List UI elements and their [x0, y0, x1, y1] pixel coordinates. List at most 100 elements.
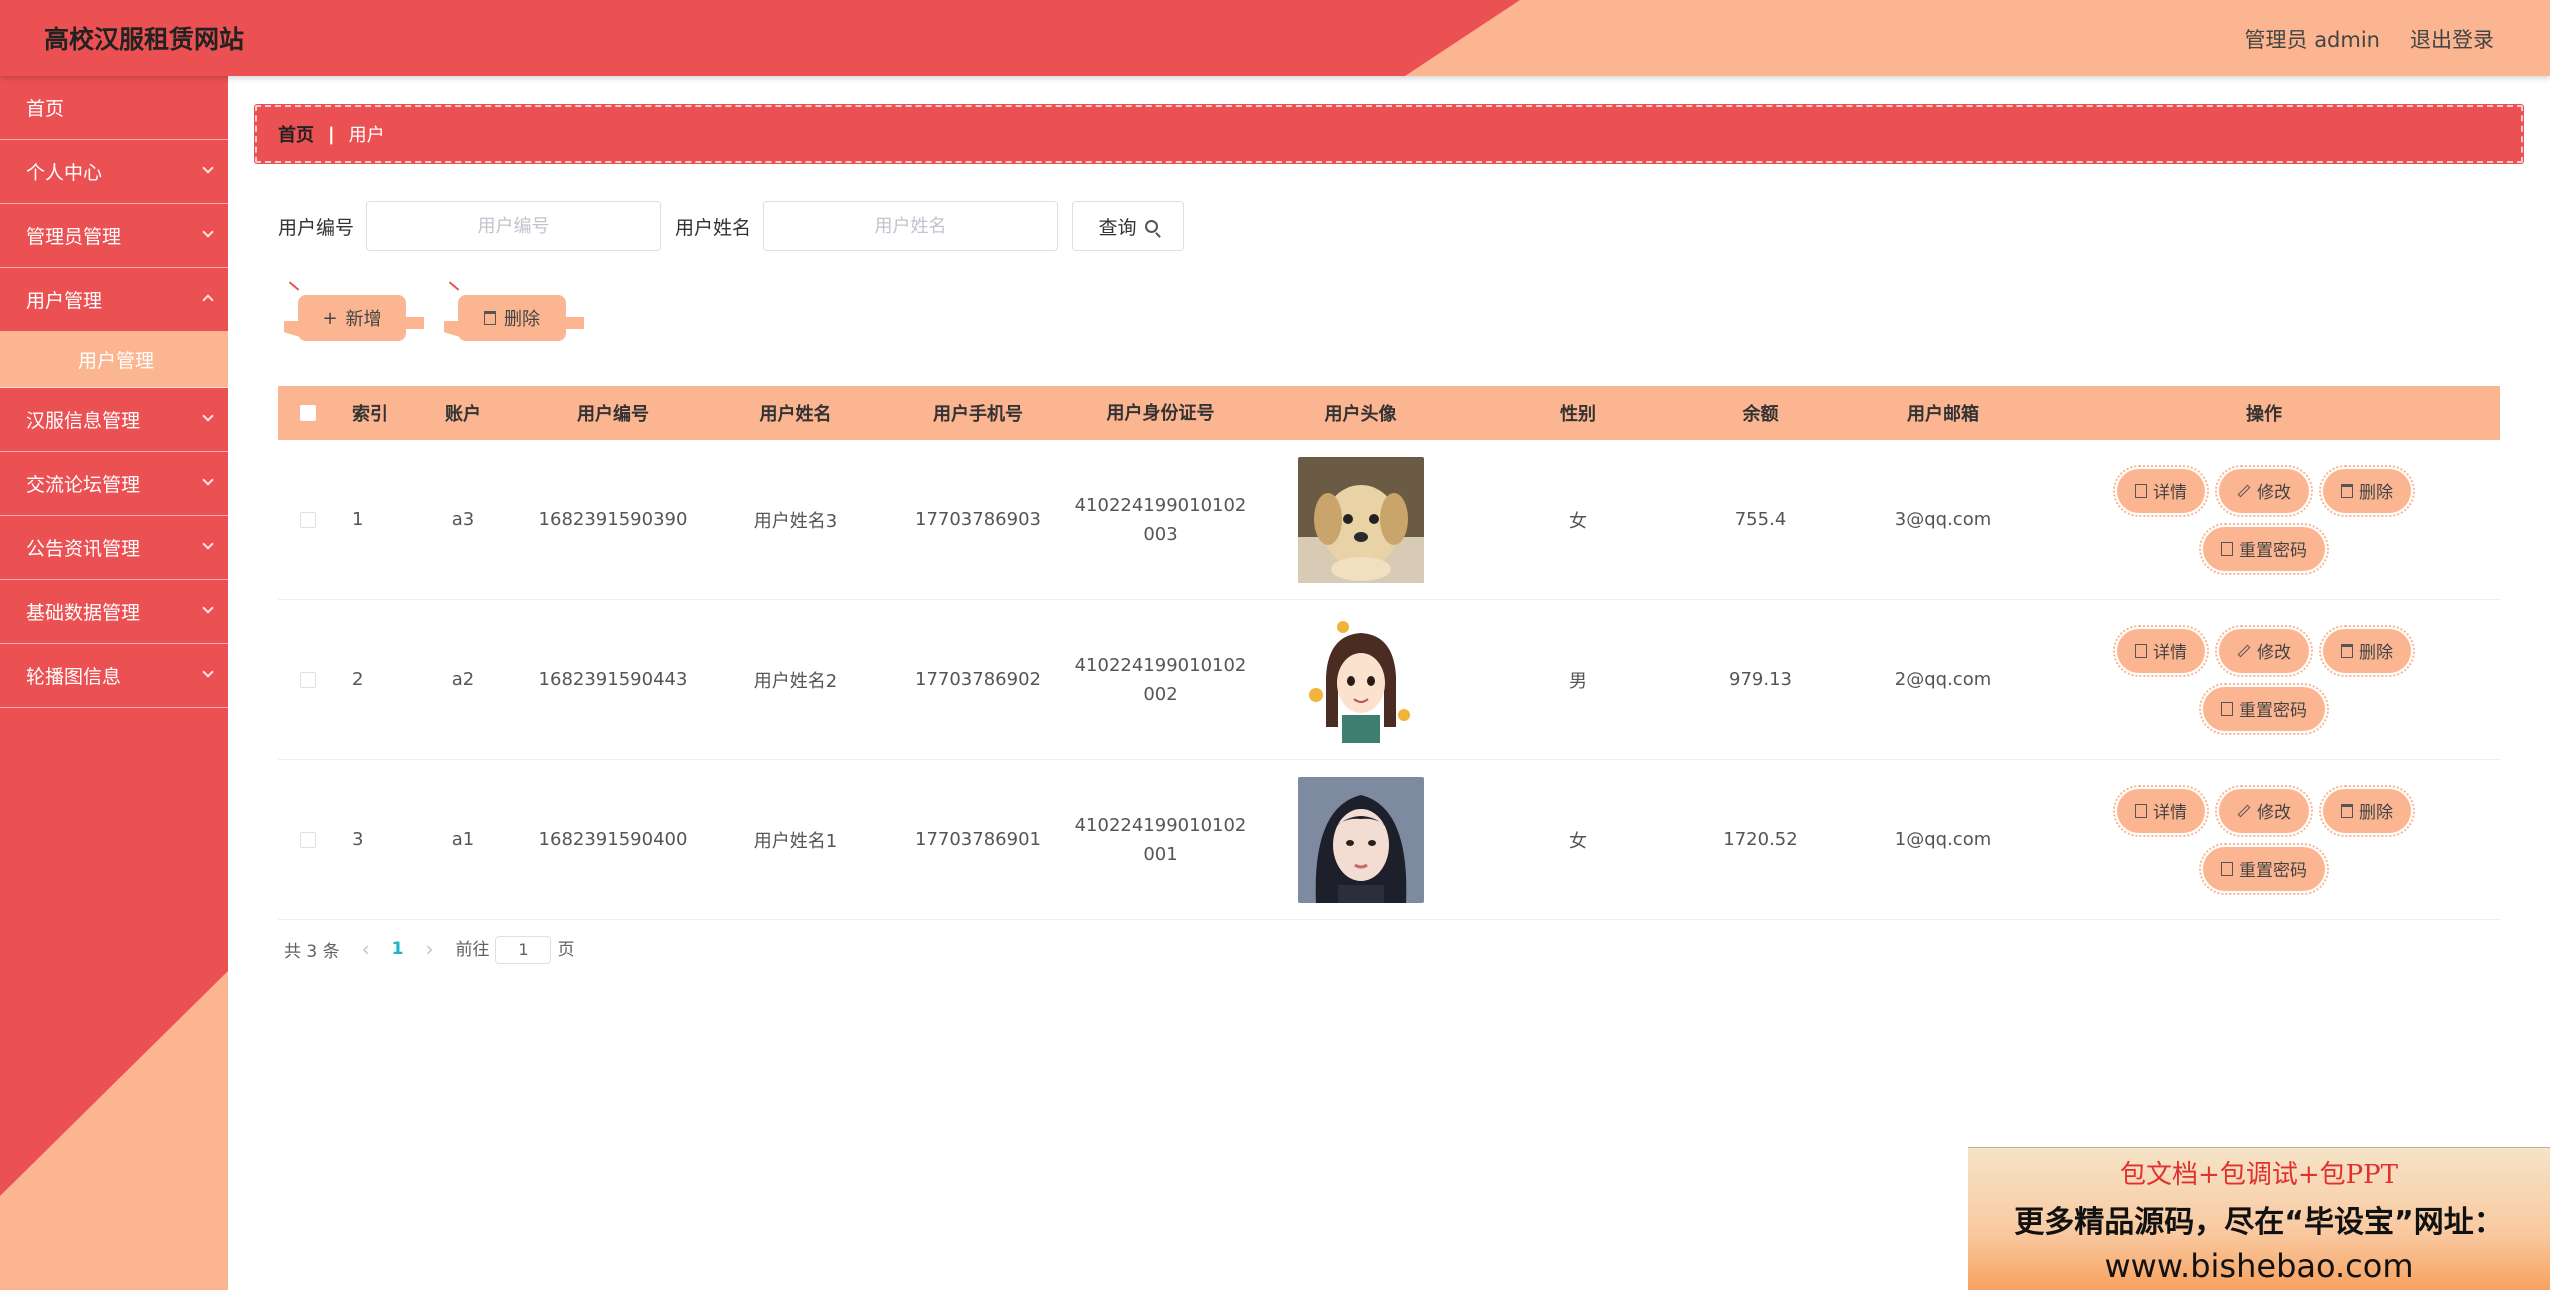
sidebar-item-announcements[interactable]: 公告资讯管理: [0, 516, 228, 580]
detail-label: 详情: [2153, 803, 2187, 823]
id-line-1: 410224199010102: [1074, 494, 1247, 516]
pagination-total: 共 3 条: [284, 941, 340, 962]
cell-id-number: 410224199010102 003: [1073, 491, 1248, 549]
id-line-2: 002: [1143, 683, 1178, 705]
delete-button[interactable]: 删除: [2319, 784, 2415, 837]
detail-button[interactable]: 详情: [2113, 464, 2209, 517]
sidebar-item-user-management[interactable]: 用户管理: [0, 268, 228, 332]
admin-label: 管理员 admin: [2244, 28, 2380, 52]
cell-sex: 女: [1569, 830, 1587, 852]
goto-label: 前往: [455, 940, 490, 960]
avatar-girl-photo[interactable]: [1297, 776, 1424, 903]
document-icon: [2135, 643, 2147, 658]
query-button[interactable]: 查询: [1072, 201, 1185, 251]
reset-password-button[interactable]: 重置密码: [2199, 842, 2329, 895]
edit-button[interactable]: 修改: [2215, 464, 2313, 517]
edit-button[interactable]: 修改: [2215, 624, 2313, 677]
add-button[interactable]: + 新增: [288, 281, 424, 341]
cell-user-name: 用户姓名2: [753, 670, 838, 692]
sidebar: 首页 个人中心 管理员管理 用户管理 用户管理 汉服信息管理 交流论坛管理 公告…: [0, 76, 228, 1290]
column-header: 操作: [2246, 404, 2282, 425]
query-label: 查询: [1098, 216, 1137, 239]
row-checkbox[interactable]: [300, 511, 316, 528]
cell-operations: 详情 修改 删除 重置密码: [2048, 464, 2480, 575]
delete-label: 删除: [2359, 643, 2393, 663]
trash-icon: [2341, 483, 2353, 498]
delete-button[interactable]: 删除: [2319, 464, 2415, 517]
sidebar-subitem-user-management[interactable]: 用户管理: [0, 332, 228, 388]
prev-page-button[interactable]: ‹: [362, 937, 370, 961]
row-checkbox[interactable]: [300, 831, 316, 848]
sidebar-item-base-data[interactable]: 基础数据管理: [0, 580, 228, 644]
cell-balance: 1720.52: [1723, 829, 1798, 850]
edit-label: 修改: [2257, 803, 2291, 823]
chevron-down-icon: [202, 410, 214, 422]
avatar-cartoon-girl[interactable]: [1297, 616, 1424, 743]
cell-phone: 17703786901: [915, 829, 1041, 850]
sidebar-item-hanfu-info[interactable]: 汉服信息管理: [0, 388, 228, 452]
cell-avatar: [1248, 616, 1473, 743]
promo-line-1: 包文档+包调试+包PPT: [2120, 1160, 2398, 1190]
edit-label: 修改: [2257, 643, 2291, 663]
cell-operations: 详情 修改 删除 重置密码: [2048, 784, 2480, 895]
chevron-down-icon: [202, 666, 214, 678]
column-header: 用户邮箱: [1907, 404, 1979, 425]
column-header: 余额: [1742, 404, 1779, 425]
goto-page-input[interactable]: [495, 935, 552, 964]
chevron-up-icon: [202, 294, 214, 306]
sidebar-item-label: 用户管理: [26, 290, 103, 312]
chevron-down-icon: [202, 162, 214, 174]
cell-email: 3@qq.com: [1894, 509, 1992, 530]
reset-password-label: 重置密码: [2239, 701, 2307, 721]
reset-password-button[interactable]: 重置密码: [2199, 682, 2329, 735]
sidebar-item-forum[interactable]: 交流论坛管理: [0, 452, 228, 516]
user-table: 索引 账户 用户编号 用户姓名 用户手机号 用户身份证号 用户头像 性别 余额 …: [278, 386, 2500, 920]
detail-button[interactable]: 详情: [2113, 784, 2209, 837]
delete-button[interactable]: 删除: [2319, 624, 2415, 677]
cell-index: 1: [352, 509, 364, 530]
delete-label: 删除: [2359, 483, 2393, 503]
delete-label: 删除: [2359, 803, 2393, 823]
batch-delete-button[interactable]: 删除: [448, 281, 584, 341]
cell-index: 2: [352, 669, 364, 690]
promo-line-3: www.bishebao.com: [2104, 1247, 2414, 1285]
table-row: 2 a2 1682391590443 用户姓名2 17703786902 410…: [278, 600, 2500, 760]
decor-tick: [448, 281, 460, 291]
top-header: 高校汉服租赁网站 管理员 admin 退出登录: [0, 0, 2550, 76]
reset-password-button[interactable]: 重置密码: [2199, 522, 2329, 575]
row-checkbox[interactable]: [300, 671, 316, 688]
sidebar-item-profile[interactable]: 个人中心: [0, 140, 228, 204]
decor-tick: [288, 281, 300, 291]
column-header: 用户身份证号: [1106, 402, 1215, 424]
trash-icon: [2341, 643, 2353, 658]
next-page-button[interactable]: ›: [425, 937, 433, 961]
cell-account: a1: [451, 829, 475, 850]
document-icon: [2221, 541, 2233, 556]
detail-label: 详情: [2153, 483, 2187, 503]
row-checkbox-cell: [278, 511, 338, 528]
user-no-input[interactable]: [366, 201, 662, 251]
add-label: 新增: [345, 309, 382, 330]
main-content: 首页 | 用户 用户编号 用户姓名 查询 + 新增 删除 索引 账户 用户编号 …: [228, 76, 2550, 1290]
sidebar-item-admin-management[interactable]: 管理员管理: [0, 204, 228, 268]
cell-email: 2@qq.com: [1894, 669, 1992, 690]
logout-link[interactable]: 退出登录: [2410, 24, 2494, 54]
cell-balance: 755.4: [1734, 509, 1787, 530]
breadcrumb-home[interactable]: 首页: [278, 121, 314, 147]
sidebar-item-carousel[interactable]: 轮播图信息: [0, 644, 228, 708]
cell-phone: 17703786902: [915, 669, 1041, 690]
document-icon: [2221, 861, 2233, 876]
plus-icon: +: [322, 307, 338, 329]
cell-user-name: 用户姓名3: [753, 510, 838, 532]
breadcrumb-current: 用户: [348, 125, 385, 146]
column-header: 用户姓名: [759, 404, 832, 425]
edit-button[interactable]: 修改: [2215, 784, 2313, 837]
chevron-down-icon: [202, 226, 214, 238]
trash-icon: [2341, 803, 2353, 818]
avatar-puppy[interactable]: [1297, 456, 1424, 583]
select-all-checkbox[interactable]: [300, 405, 316, 421]
page-number-current[interactable]: 1: [392, 939, 404, 959]
sidebar-item-home[interactable]: 首页: [0, 76, 228, 140]
detail-button[interactable]: 详情: [2113, 624, 2209, 677]
user-name-input[interactable]: [763, 201, 1059, 251]
